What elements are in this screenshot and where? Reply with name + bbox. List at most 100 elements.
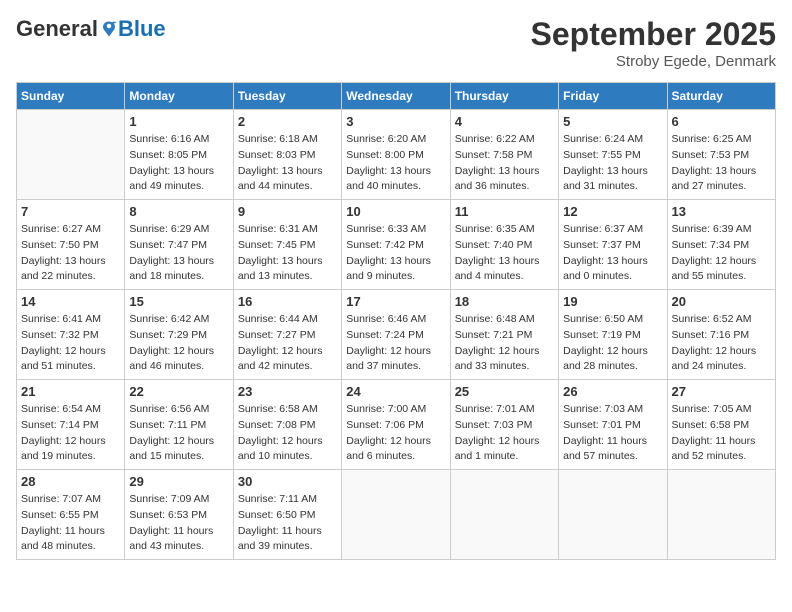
- calendar-cell: 15 Sunrise: 6:42 AMSunset: 7:29 PMDayligh…: [125, 290, 233, 380]
- day-info: Sunrise: 6:39 AMSunset: 7:34 PMDaylight:…: [672, 222, 771, 285]
- day-number: 14: [21, 294, 120, 309]
- day-info: Sunrise: 6:31 AMSunset: 7:45 PMDaylight:…: [238, 222, 337, 285]
- day-number: 30: [238, 474, 337, 489]
- logo-bird-icon: [100, 20, 118, 38]
- calendar-week-row: 1 Sunrise: 6:16 AMSunset: 8:05 PMDaylight…: [17, 110, 776, 200]
- calendar-header-friday: Friday: [559, 83, 667, 110]
- calendar-week-row: 21 Sunrise: 6:54 AMSunset: 7:14 PMDayligh…: [17, 380, 776, 470]
- day-number: 19: [563, 294, 662, 309]
- day-number: 11: [455, 204, 554, 219]
- calendar-header-saturday: Saturday: [667, 83, 775, 110]
- day-info: Sunrise: 6:29 AMSunset: 7:47 PMDaylight:…: [129, 222, 228, 285]
- day-number: 22: [129, 384, 228, 399]
- logo: General Blue: [16, 16, 166, 42]
- day-info: Sunrise: 6:56 AMSunset: 7:11 PMDaylight:…: [129, 402, 228, 465]
- day-info: Sunrise: 6:35 AMSunset: 7:40 PMDaylight:…: [455, 222, 554, 285]
- day-number: 3: [346, 114, 445, 129]
- calendar-cell: 7Sunrise: 6:27 AMSunset: 7:50 PMDaylight…: [17, 200, 125, 290]
- calendar-cell: [17, 110, 125, 200]
- calendar-cell: 5Sunrise: 6:24 AMSunset: 7:55 PMDaylight…: [559, 110, 667, 200]
- day-info: Sunrise: 6:33 AMSunset: 7:42 PMDaylight:…: [346, 222, 445, 285]
- logo-blue-text: Blue: [118, 16, 166, 42]
- calendar-cell: 3 Sunrise: 6:20 AMSunset: 8:00 PMDaylight…: [342, 110, 450, 200]
- calendar-cell: [450, 470, 558, 560]
- day-number: 27: [672, 384, 771, 399]
- day-info: Sunrise: 6:52 AMSunset: 7:16 PMDaylight:…: [672, 312, 771, 375]
- calendar-header-sunday: Sunday: [17, 83, 125, 110]
- title-block: September 2025 Stroby Egede, Denmark: [531, 16, 776, 70]
- day-info: Sunrise: 6:42 AMSunset: 7:29 PMDaylight:…: [129, 312, 228, 375]
- calendar-cell: 20Sunrise: 6:52 AMSunset: 7:16 PMDayligh…: [667, 290, 775, 380]
- day-number: 4: [455, 114, 554, 129]
- calendar-table: SundayMondayTuesdayWednesdayThursdayFrid…: [16, 82, 776, 560]
- calendar-cell: [667, 470, 775, 560]
- calendar-cell: 19 Sunrise: 6:50 AMSunset: 7:19 PMDayligh…: [559, 290, 667, 380]
- day-info: Sunrise: 6:25 AMSunset: 7:53 PMDaylight:…: [672, 132, 771, 195]
- calendar-header-wednesday: Wednesday: [342, 83, 450, 110]
- day-info: Sunrise: 6:50 AMSunset: 7:19 PMDaylight:…: [563, 312, 662, 375]
- day-number: 28: [21, 474, 120, 489]
- calendar-cell: 29 Sunrise: 7:09 AMSunset: 6:53 PMDayligh…: [125, 470, 233, 560]
- calendar-cell: [342, 470, 450, 560]
- calendar-cell: 13 Sunrise: 6:39 AMSunset: 7:34 PMDayligh…: [667, 200, 775, 290]
- day-info: Sunrise: 7:03 AMSunset: 7:01 PMDaylight:…: [563, 402, 662, 465]
- calendar-week-row: 7Sunrise: 6:27 AMSunset: 7:50 PMDaylight…: [17, 200, 776, 290]
- day-info: Sunrise: 7:07 AMSunset: 6:55 PMDaylight:…: [21, 492, 120, 555]
- calendar-cell: 14 Sunrise: 6:41 AMSunset: 7:32 PMDayligh…: [17, 290, 125, 380]
- calendar-header-monday: Monday: [125, 83, 233, 110]
- day-info: Sunrise: 6:54 AMSunset: 7:14 PMDaylight:…: [21, 402, 120, 465]
- calendar-cell: 26 Sunrise: 7:03 AMSunset: 7:01 PMDayligh…: [559, 380, 667, 470]
- calendar-week-row: 28 Sunrise: 7:07 AMSunset: 6:55 PMDayligh…: [17, 470, 776, 560]
- day-info: Sunrise: 7:11 AMSunset: 6:50 PMDaylight:…: [238, 492, 337, 555]
- day-number: 13: [672, 204, 771, 219]
- day-number: 2: [238, 114, 337, 129]
- calendar-cell: 23Sunrise: 6:58 AMSunset: 7:08 PMDayligh…: [233, 380, 341, 470]
- day-number: 1: [129, 114, 228, 129]
- day-number: 12: [563, 204, 662, 219]
- day-number: 5: [563, 114, 662, 129]
- day-info: Sunrise: 6:37 AMSunset: 7:37 PMDaylight:…: [563, 222, 662, 285]
- calendar-cell: 16Sunrise: 6:44 AMSunset: 7:27 PMDayligh…: [233, 290, 341, 380]
- location-subtitle: Stroby Egede, Denmark: [531, 53, 776, 70]
- calendar-cell: 22 Sunrise: 6:56 AMSunset: 7:11 PMDayligh…: [125, 380, 233, 470]
- calendar-cell: [559, 470, 667, 560]
- calendar-week-row: 14 Sunrise: 6:41 AMSunset: 7:32 PMDayligh…: [17, 290, 776, 380]
- day-number: 21: [21, 384, 120, 399]
- day-number: 24: [346, 384, 445, 399]
- calendar-cell: 6Sunrise: 6:25 AMSunset: 7:53 PMDaylight…: [667, 110, 775, 200]
- day-info: Sunrise: 6:44 AMSunset: 7:27 PMDaylight:…: [238, 312, 337, 375]
- day-info: Sunrise: 6:48 AMSunset: 7:21 PMDaylight:…: [455, 312, 554, 375]
- day-number: 8: [129, 204, 228, 219]
- day-number: 17: [346, 294, 445, 309]
- calendar-cell: 28 Sunrise: 7:07 AMSunset: 6:55 PMDayligh…: [17, 470, 125, 560]
- calendar-cell: 21 Sunrise: 6:54 AMSunset: 7:14 PMDayligh…: [17, 380, 125, 470]
- month-title: September 2025: [531, 16, 776, 53]
- calendar-cell: 25 Sunrise: 7:01 AMSunset: 7:03 PMDayligh…: [450, 380, 558, 470]
- page-header: General Blue September 2025 Stroby Egede…: [16, 16, 776, 70]
- calendar-cell: 1 Sunrise: 6:16 AMSunset: 8:05 PMDaylight…: [125, 110, 233, 200]
- day-info: Sunrise: 7:09 AMSunset: 6:53 PMDaylight:…: [129, 492, 228, 555]
- calendar-cell: 27 Sunrise: 7:05 AMSunset: 6:58 PMDayligh…: [667, 380, 775, 470]
- calendar-cell: 17 Sunrise: 6:46 AMSunset: 7:24 PMDayligh…: [342, 290, 450, 380]
- calendar-cell: 11 Sunrise: 6:35 AMSunset: 7:40 PMDayligh…: [450, 200, 558, 290]
- day-info: Sunrise: 6:16 AMSunset: 8:05 PMDaylight:…: [129, 132, 228, 195]
- day-number: 29: [129, 474, 228, 489]
- day-info: Sunrise: 6:20 AMSunset: 8:00 PMDaylight:…: [346, 132, 445, 195]
- day-number: 9: [238, 204, 337, 219]
- calendar-cell: 9 Sunrise: 6:31 AMSunset: 7:45 PMDaylight…: [233, 200, 341, 290]
- calendar-cell: 12 Sunrise: 6:37 AMSunset: 7:37 PMDayligh…: [559, 200, 667, 290]
- day-info: Sunrise: 7:01 AMSunset: 7:03 PMDaylight:…: [455, 402, 554, 465]
- calendar-cell: 10Sunrise: 6:33 AMSunset: 7:42 PMDayligh…: [342, 200, 450, 290]
- day-info: Sunrise: 6:41 AMSunset: 7:32 PMDaylight:…: [21, 312, 120, 375]
- day-number: 25: [455, 384, 554, 399]
- day-info: Sunrise: 6:58 AMSunset: 7:08 PMDaylight:…: [238, 402, 337, 465]
- calendar-cell: 2Sunrise: 6:18 AMSunset: 8:03 PMDaylight…: [233, 110, 341, 200]
- calendar-cell: 18Sunrise: 6:48 AMSunset: 7:21 PMDayligh…: [450, 290, 558, 380]
- day-number: 15: [129, 294, 228, 309]
- day-info: Sunrise: 7:05 AMSunset: 6:58 PMDaylight:…: [672, 402, 771, 465]
- calendar-header-thursday: Thursday: [450, 83, 558, 110]
- day-number: 26: [563, 384, 662, 399]
- calendar-header-tuesday: Tuesday: [233, 83, 341, 110]
- day-info: Sunrise: 7:00 AMSunset: 7:06 PMDaylight:…: [346, 402, 445, 465]
- day-info: Sunrise: 6:46 AMSunset: 7:24 PMDaylight:…: [346, 312, 445, 375]
